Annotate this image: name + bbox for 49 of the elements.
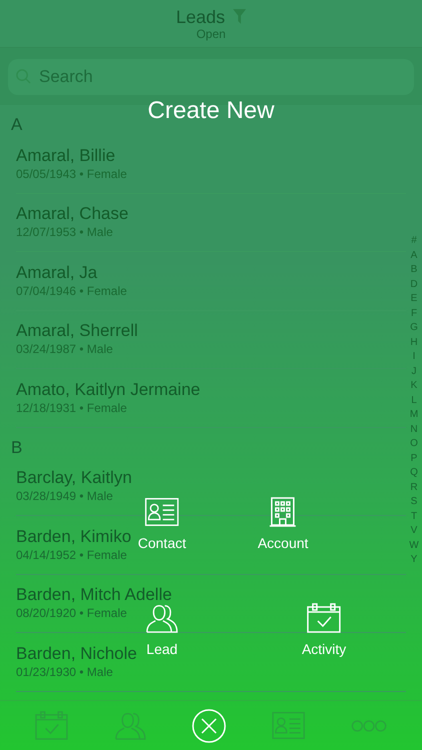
more-icon bbox=[351, 718, 388, 732]
index-letter[interactable]: M bbox=[410, 408, 418, 422]
lead-name: Amaral, Chase bbox=[16, 204, 128, 224]
lead-details: 01/23/1930 • Male bbox=[16, 664, 113, 680]
lead-details: 04/14/1952 • Female bbox=[16, 546, 127, 563]
index-letter[interactable]: S bbox=[410, 495, 418, 510]
overlay-title: Create New bbox=[148, 96, 274, 126]
tab-button[interactable] bbox=[34, 711, 68, 740]
calendar-check-icon bbox=[307, 603, 341, 633]
tab-button[interactable] bbox=[351, 718, 388, 732]
section-letter: A bbox=[11, 115, 22, 135]
index-letter[interactable]: K bbox=[410, 379, 418, 394]
index-letter[interactable]: L bbox=[411, 394, 417, 408]
people-icon bbox=[145, 603, 179, 633]
index-letter[interactable]: J bbox=[412, 364, 416, 379]
screen-title: Leads bbox=[176, 6, 226, 26]
index-letter[interactable]: Q bbox=[410, 466, 418, 480]
lead-row[interactable]: Amato, Kaitlyn Jermaine 12/18/1931 • Female bbox=[16, 369, 406, 428]
index-letter[interactable]: R bbox=[410, 480, 418, 495]
index-letter[interactable]: O bbox=[410, 437, 418, 452]
section-letter: B bbox=[11, 438, 22, 458]
index-letter[interactable]: P bbox=[410, 452, 418, 466]
contact-card-icon bbox=[145, 497, 179, 527]
people-icon bbox=[114, 711, 147, 740]
lead-name: Amato, Kaitlyn Jermaine bbox=[16, 380, 200, 400]
lead-row[interactable]: Barclay, Kaitlyn 03/28/1949 • Male bbox=[16, 458, 406, 516]
tab-button[interactable] bbox=[272, 711, 306, 740]
lead-name: Amaral, Billie bbox=[16, 146, 116, 166]
lead-details: 08/20/1920 • Female bbox=[16, 605, 127, 622]
index-letter[interactable]: W bbox=[409, 538, 419, 553]
lead-name: Barden, Mitch Adelle bbox=[16, 585, 172, 606]
calendar-check-icon bbox=[34, 711, 68, 740]
lead-details: 12/18/1931 • Female bbox=[16, 400, 127, 416]
tab-button[interactable] bbox=[114, 711, 147, 740]
index-letter[interactable]: # bbox=[411, 234, 417, 248]
index-letter[interactable]: Y bbox=[410, 553, 418, 568]
lead-name: Amaral, Sherrell bbox=[16, 321, 138, 342]
index-letter[interactable]: N bbox=[410, 422, 418, 437]
lead-name: Barden, Nichole bbox=[16, 644, 137, 664]
contact-card-icon bbox=[272, 711, 306, 740]
filter-icon[interactable] bbox=[233, 9, 246, 24]
lead-details: 03/28/1949 • Male bbox=[16, 488, 113, 504]
index-letter[interactable]: V bbox=[410, 524, 418, 538]
lead-name: Barclay, Kaitlyn bbox=[16, 468, 132, 488]
index-letter[interactable]: T bbox=[410, 510, 418, 524]
close-icon bbox=[192, 708, 226, 742]
lead-name: Barden, Kimiko bbox=[16, 526, 132, 547]
lead-row[interactable]: Barden, Mitch Adelle 08/20/1920 • Female bbox=[16, 574, 406, 633]
lead-name: Amaral, Ja bbox=[16, 262, 98, 283]
